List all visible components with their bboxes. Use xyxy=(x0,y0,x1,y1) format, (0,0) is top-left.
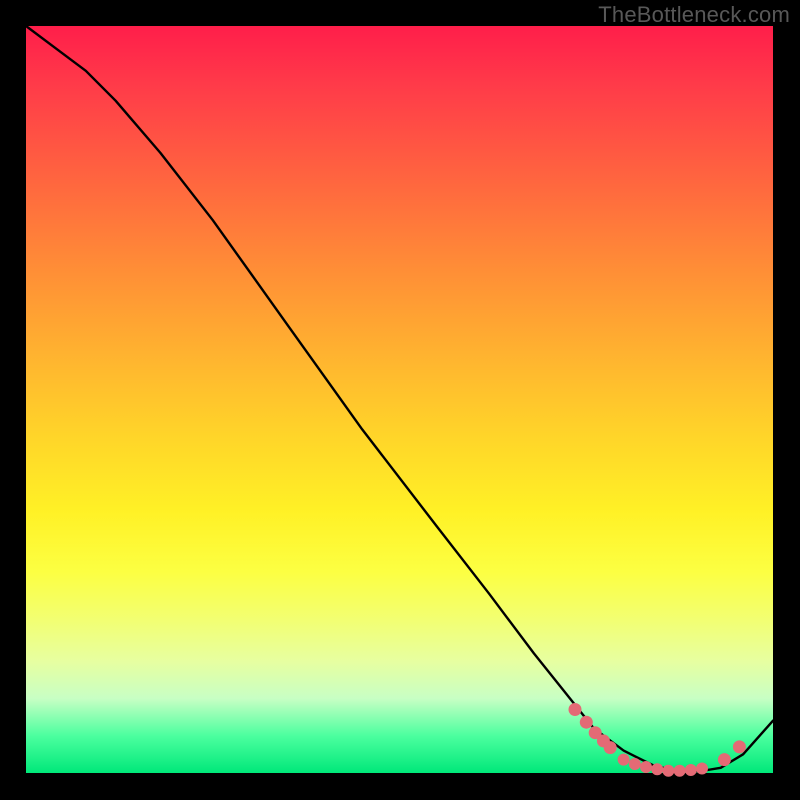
data-dot xyxy=(733,740,746,753)
bottleneck-curve xyxy=(26,26,773,772)
data-dot xyxy=(674,765,686,777)
data-dot xyxy=(629,758,641,770)
data-dot xyxy=(569,703,582,716)
data-dots xyxy=(569,703,746,777)
data-dot xyxy=(618,754,630,766)
chart-frame: TheBottleneck.com xyxy=(0,0,800,800)
chart-svg xyxy=(26,26,773,773)
data-dot xyxy=(604,741,617,754)
data-dot xyxy=(696,763,708,775)
data-dot xyxy=(718,753,731,766)
watermark-label: TheBottleneck.com xyxy=(598,2,790,28)
plot-area xyxy=(26,26,773,773)
data-dot xyxy=(662,765,674,777)
data-dot xyxy=(640,761,652,773)
data-dot xyxy=(685,764,697,776)
data-dot xyxy=(651,763,663,775)
data-dot xyxy=(580,716,593,729)
